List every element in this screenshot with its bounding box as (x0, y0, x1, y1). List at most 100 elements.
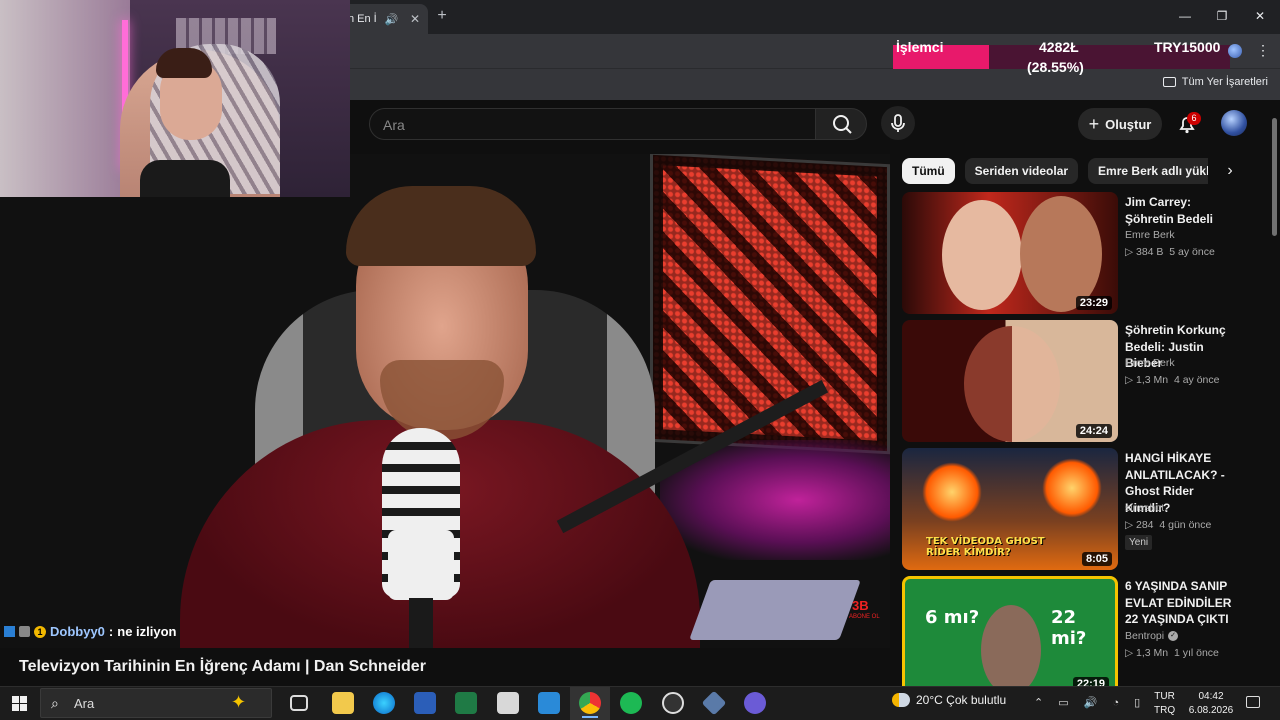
video-player[interactable]: 3B ABONE OL (0, 154, 890, 648)
video-title: Televizyon Tarihinin En İğrenç Adamı | D… (19, 658, 426, 675)
video-thumbnail[interactable]: TEK VİDEODA GHOST RİDER KİMDİR? 8:05 (902, 448, 1118, 570)
new-tab-button[interactable]: + (432, 6, 452, 26)
chat-username[interactable]: Dobbyy0 (50, 624, 105, 639)
scrollbar-thumb[interactable] (1272, 118, 1277, 236)
duration-badge: 23:29 (1075, 296, 1112, 310)
streamer-hair (156, 48, 212, 78)
notification-badge: 6 (1187, 112, 1201, 125)
video-thumbnail[interactable]: 24:24 (902, 320, 1118, 442)
duration-badge: 24:24 (1075, 424, 1112, 438)
taskbar-search-label: Ara (74, 696, 95, 711)
edge-icon[interactable] (373, 692, 395, 714)
chrome-icon[interactable] (579, 692, 601, 714)
close-tab-icon[interactable]: ✕ (410, 12, 420, 26)
weather-cloud-sun-icon (892, 693, 910, 707)
filter-chips: Tümü Seriden videolar Emre Berk adlı yük… (902, 158, 1208, 184)
microphone-icon (891, 114, 905, 132)
voice-search-button[interactable] (881, 106, 915, 140)
search-icon: ⌕ (51, 695, 59, 711)
active-indicator (582, 716, 598, 718)
cpu-percent: (28.55%) (1027, 59, 1084, 75)
maximize-button[interactable]: ❐ (1210, 6, 1234, 26)
notification-center-icon[interactable] (1246, 696, 1260, 708)
thumbnail-caption: TEK VİDEODA GHOST RİDER KİMDİR? (926, 536, 1045, 558)
weather-text: 20°C Çok bulutlu (916, 693, 1007, 707)
flaming-skull (1042, 458, 1102, 518)
channel-label: Bentropi (1125, 630, 1165, 642)
obs-icon[interactable] (662, 692, 684, 714)
presenter-hair (346, 186, 536, 266)
browser-menu-icon[interactable]: ⋮ (1256, 42, 1270, 59)
chip-uploader[interactable]: Emre Berk adlı yükleyici (1088, 158, 1208, 184)
upload-age: 5 ay önce (1169, 246, 1215, 258)
avatar[interactable] (1221, 110, 1247, 136)
microphone-stand (409, 598, 433, 648)
flaming-skull (922, 462, 982, 522)
chevron-right-icon[interactable]: › (1220, 160, 1240, 182)
store-icon[interactable] (538, 692, 560, 714)
video-meta: ▷ 384 B 5 ay önce (1125, 246, 1215, 258)
new-badge: Yeni (1125, 535, 1153, 550)
taskbar-search-input[interactable]: ⌕ Ara ✦ (40, 688, 272, 718)
recommendation-title[interactable]: Jim Carrey: Şöhretin Bedeli (1125, 194, 1237, 227)
thumbnail-caption-right: 22 mi? (1051, 607, 1087, 649)
spotify-icon[interactable] (620, 692, 642, 714)
recommendation-item[interactable]: 24:24 Şöhretin Korkunç Bedeli: Justin Bi… (902, 320, 1242, 442)
recommendation-item[interactable]: TEK VİDEODA GHOST RİDER KİMDİR? 8:05 HAN… (902, 448, 1242, 570)
search-button[interactable] (815, 108, 867, 140)
channel-name[interactable]: Emre Berk (1125, 229, 1175, 241)
word-icon[interactable] (414, 692, 436, 714)
weather-widget[interactable]: 20°C Çok bulutlu (892, 693, 1006, 707)
plus-icon: + (1088, 113, 1100, 134)
tab-title: n En İ (348, 13, 377, 25)
close-window-button[interactable]: ✕ (1248, 6, 1272, 26)
channel-name[interactable]: Emre Berk (1125, 357, 1175, 369)
cpu-label: İşlemci (896, 39, 944, 55)
channel-label: Emre Berk (1125, 357, 1175, 369)
video-thumbnail[interactable]: 6 mı? 22 mi? 22:19 (902, 576, 1118, 698)
recommendation-item[interactable]: 6 mı? 22 mi? 22:19 6 YAŞINDA SANIP EVLAT… (902, 576, 1242, 698)
video-meta: ▷ 1,3 Mn 1 yıl önce (1125, 647, 1219, 659)
create-button[interactable]: + Oluştur (1078, 108, 1162, 140)
search-input[interactable]: Ara (369, 108, 816, 140)
profile-globe-icon[interactable] (1228, 44, 1242, 58)
chip-all[interactable]: Tümü (902, 158, 955, 184)
discord-icon[interactable] (744, 692, 766, 714)
clock-time: 04:42 (1198, 691, 1224, 702)
speaker-icon[interactable]: 🔊 (385, 13, 399, 26)
search-placeholder: Ara (383, 117, 405, 133)
copilot-sparkle-icon[interactable]: ✦ (231, 692, 246, 713)
calculator-icon[interactable] (497, 692, 519, 714)
thumbnail-caption-left: 6 mı? (925, 607, 980, 628)
recommendation-item[interactable]: 23:29 Jim Carrey: Şöhretin Bedeli Emre B… (902, 192, 1242, 314)
recommendation-title[interactable]: 6 YAŞINDA SANIP EVLAT EDİNDİLER 22 YAŞIN… (1125, 578, 1237, 628)
verified-icon: ✓ (1168, 631, 1179, 641)
upload-age: 4 gün önce (1159, 519, 1212, 531)
minimize-button[interactable]: — (1173, 6, 1197, 26)
thumbnail-face (1020, 196, 1102, 312)
video-thumbnail[interactable]: 23:29 (902, 192, 1118, 314)
system-clock[interactable]: 04:42 6.08.2026 (1188, 690, 1234, 718)
chat-separator: : (108, 624, 114, 639)
search-icon (833, 115, 852, 134)
sub-badge-icon (19, 626, 30, 637)
microphone-base (388, 530, 454, 600)
task-view-icon[interactable] (290, 695, 308, 711)
system-tray-icons[interactable]: ⌃ ▭ 🔊 ◔ ▯ (1034, 696, 1146, 709)
cpu-frequency: 4282Ł (1039, 39, 1079, 55)
channel-label: Emre Berk (1125, 229, 1175, 241)
channel-name[interactable]: Bentropi ✓ (1125, 630, 1179, 642)
chip-series[interactable]: Seriden videolar (964, 158, 1079, 184)
channel-name[interactable]: sineshot. (1125, 502, 1167, 514)
upload-age: 4 ay önce (1173, 374, 1220, 386)
file-explorer-icon[interactable] (332, 692, 354, 714)
excel-icon[interactable] (455, 692, 477, 714)
language-indicator[interactable]: TUR TRQ (1154, 690, 1175, 718)
channel-label: sineshot. (1125, 502, 1168, 514)
video-meta: ▷ 284 4 gün önce (1125, 519, 1212, 531)
browser-tab[interactable]: n En İ 🔊 ✕ (340, 4, 428, 34)
windows-start-icon[interactable] (12, 696, 27, 711)
webcam-overlay (0, 0, 350, 197)
chat-text: ne izliyon (117, 624, 177, 639)
thumbnail-face (942, 200, 1022, 310)
